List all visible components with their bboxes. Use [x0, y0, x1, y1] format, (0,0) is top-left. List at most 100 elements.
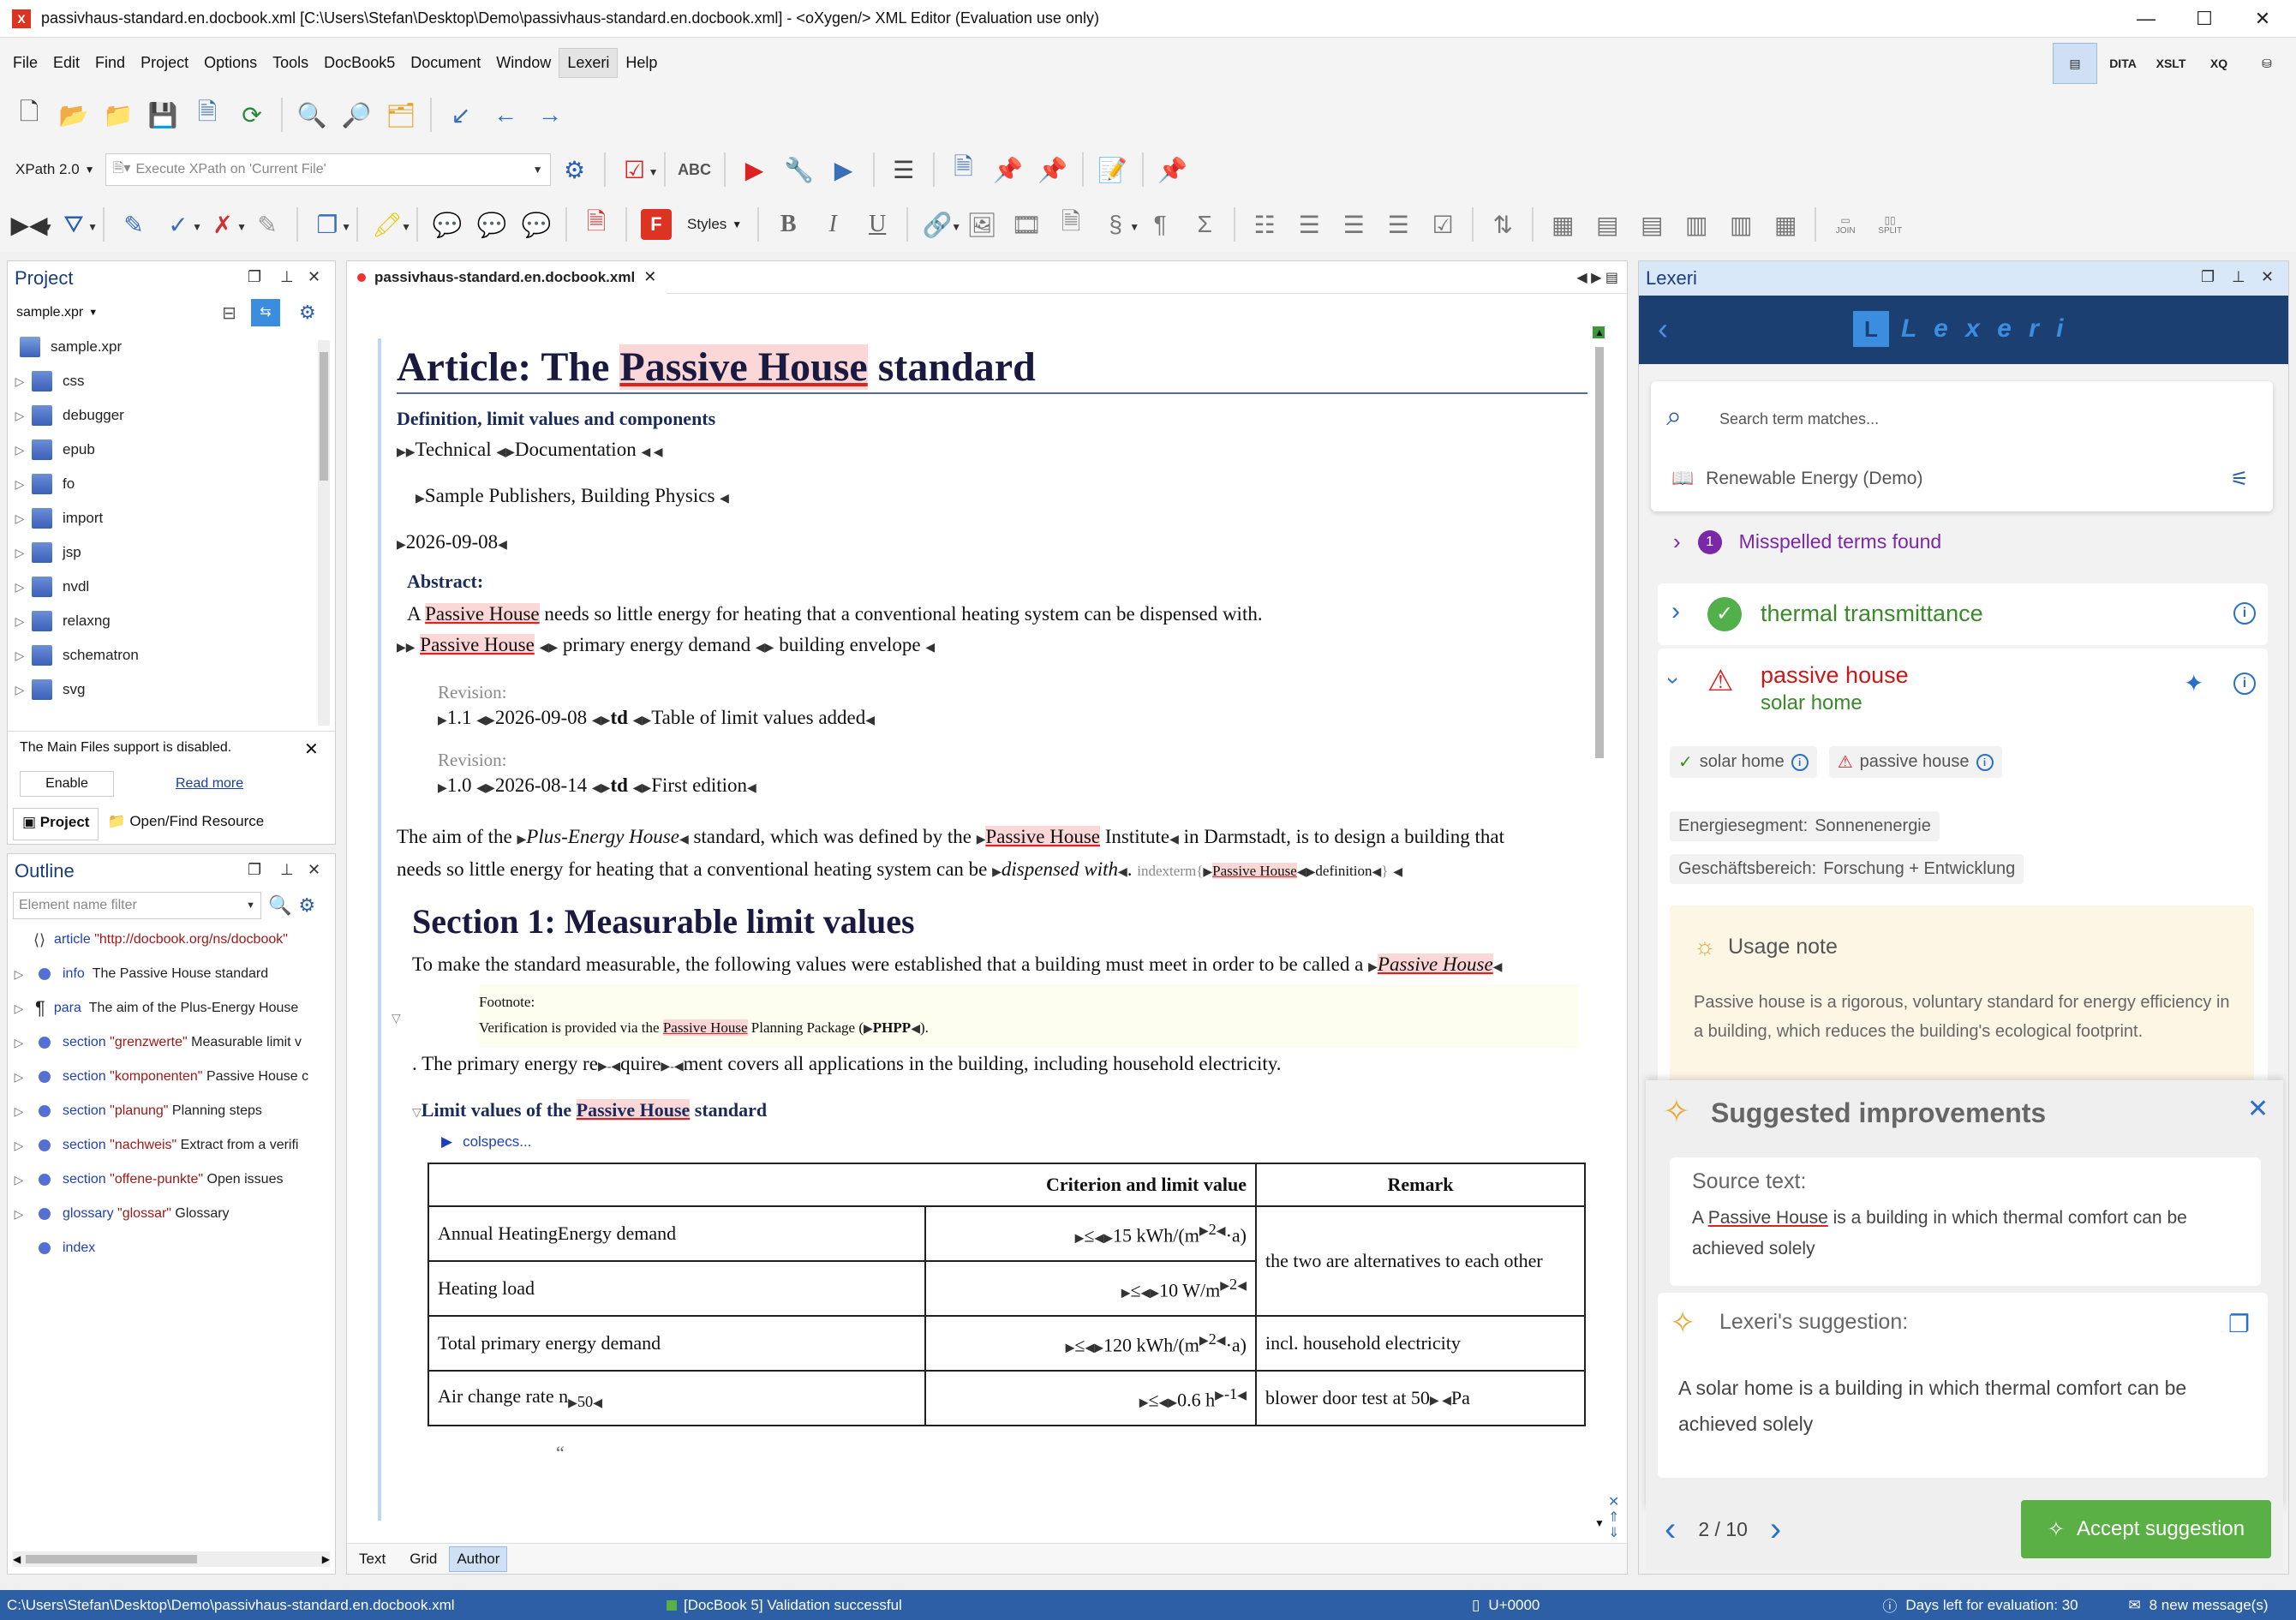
xpath-dropdown-icon[interactable]: ▼ [533, 164, 543, 176]
xpath-version-select[interactable]: XPath 2.0 ▼ [9, 152, 102, 187]
menu-project[interactable]: Project [133, 49, 196, 77]
last-edit-icon[interactable]: ↙ [440, 94, 481, 135]
delete-column-icon[interactable]: ▥ [1720, 204, 1761, 245]
xpath-input[interactable]: 🗎▾ Execute XPath on 'Current File' ▼ [105, 153, 551, 186]
term-row-ok[interactable]: › ✓ thermal transmittance i [1658, 583, 2268, 645]
add-comment-icon[interactable]: 💬 [427, 204, 468, 245]
status-messages[interactable]: 8 new message(s) [2150, 1597, 2269, 1614]
configure-transform-icon[interactable]: 🔧 [779, 149, 820, 190]
editor-scrollbar[interactable]: ▲ ▼ [1593, 326, 1606, 1543]
back-chevron-icon[interactable]: ‹ [1658, 311, 1668, 347]
split-cell-icon[interactable]: ▯▯ SPLIT [1869, 204, 1910, 245]
open-url-icon[interactable]: 📁 [98, 94, 139, 135]
menu-window[interactable]: Window [488, 49, 559, 77]
pin-grey-icon[interactable]: 📌 [1152, 149, 1193, 190]
tab-author-mode[interactable]: Author [449, 1545, 508, 1572]
comment-change-icon[interactable]: ✎ [247, 204, 288, 245]
back-arrow-icon[interactable]: ← [485, 94, 526, 135]
accept-change-icon[interactable]: ✓ ▼ [158, 204, 202, 245]
table-cell[interactable]: incl. household electricity [1255, 1315, 1586, 1372]
xinclude-icon[interactable]: 🗎 [1050, 204, 1091, 245]
equation-sigma-icon[interactable]: Σ [1184, 204, 1225, 245]
table-cell[interactable]: ▶≤◀▶0.6 h▶-1◀ [924, 1370, 1257, 1426]
tree-item[interactable]: ▷ css [8, 364, 335, 398]
find-icon[interactable]: 🔍 [291, 94, 332, 135]
save-icon[interactable]: 💾 [142, 94, 183, 135]
join-cells-icon[interactable]: ▭ JOIN [1825, 204, 1866, 245]
ordered-list-icon[interactable]: ☰ [1289, 204, 1330, 245]
xquery-perspective-button[interactable]: XQ [2197, 43, 2241, 84]
restore-panel-icon[interactable]: ❐ [2201, 268, 2215, 286]
tree-item[interactable]: ▷ svg [8, 673, 335, 707]
info-icon[interactable]: i [2233, 673, 2256, 695]
element-name-filter-input[interactable]: Element name filter ▼ [13, 892, 261, 919]
tree-item[interactable]: ▷ jsp [8, 535, 335, 570]
table-cell[interactable]: the two are alternatives to each other [1255, 1205, 1586, 1317]
filter-sliders-icon[interactable]: ⚟ [2230, 467, 2249, 492]
xslt-perspective-button[interactable]: XSLT [2149, 43, 2193, 84]
copy-icon[interactable]: ❐ [2228, 1310, 2250, 1338]
open-folder-icon[interactable]: 📂 [53, 94, 94, 135]
checklist-icon[interactable]: ☑ [1422, 204, 1463, 245]
dismiss-notice-icon[interactable]: ✕ [304, 738, 319, 760]
menu-tools[interactable]: Tools [265, 49, 316, 77]
maximize-button[interactable]: ☐ [2174, 0, 2234, 38]
outline-row[interactable]: ▷ ¶ para The aim of the Plus-Energy House [8, 991, 335, 1025]
database-perspective-icon[interactable]: ⛁ [2245, 43, 2289, 84]
reject-change-icon[interactable]: ✗ ▼ [202, 204, 247, 245]
menu-docbook5[interactable]: DocBook5 [316, 49, 403, 77]
chevron-down-icon[interactable]: › [1660, 677, 1687, 684]
sort-icon[interactable]: ⇅ [1482, 204, 1523, 245]
pin-panel-icon[interactable]: ⊥ [280, 861, 294, 879]
tree-item[interactable]: ▷ import [8, 501, 335, 535]
outline-row[interactable]: index [8, 1231, 335, 1265]
tree-item[interactable]: ▷ relaxng [8, 604, 335, 638]
delete-row-icon[interactable]: ▤ [1631, 204, 1672, 245]
tab-text-mode[interactable]: Text [347, 1547, 398, 1571]
manage-changes-icon[interactable]: ❐ ▼ [307, 204, 351, 245]
read-more-link[interactable]: Read more [176, 776, 243, 792]
restore-panel-icon[interactable]: ❐ [248, 268, 261, 286]
tab-grid-mode[interactable]: Grid [398, 1547, 449, 1571]
table-cell[interactable]: Air change rate n▶50◀ [428, 1370, 926, 1426]
status-validation[interactable]: [DocBook 5] Validation successful [684, 1597, 1472, 1614]
track-changes-icon[interactable]: ✎ [113, 204, 154, 245]
sparkle-icon[interactable]: ✦ [2184, 669, 2203, 697]
media-icon[interactable]: 🎞 [1006, 204, 1047, 245]
pin-red-icon[interactable]: 📌 [988, 149, 1029, 190]
format-indent-icon[interactable]: ☰ [883, 149, 924, 190]
menu-options[interactable]: Options [196, 49, 265, 77]
dita-perspective-button[interactable]: DITA [2101, 43, 2145, 84]
forward-arrow-icon[interactable]: → [529, 94, 571, 135]
variable-list-icon[interactable]: ☰ [1378, 204, 1419, 245]
link-icon[interactable]: 🔗 ▼ [917, 204, 961, 245]
table-cell[interactable]: Annual HeatingEnergy demand [428, 1205, 926, 1262]
tab-navigation-icons[interactable]: ◀ ▶ ▤ [1576, 269, 1618, 286]
pin-green-icon[interactable]: 📌 [1032, 149, 1073, 190]
bold-icon[interactable]: B [768, 204, 809, 245]
pin-panel-icon[interactable]: ⊥ [280, 268, 294, 286]
insert-row-icon[interactable]: ▤ [1587, 204, 1628, 245]
editor-tab[interactable]: passivhaus-standard.en.docbook.xml ✕ [347, 260, 667, 294]
tab-open-find-resource[interactable]: 📁 Open/Find Resource [99, 808, 272, 840]
menu-lexeri[interactable]: Lexeri [559, 47, 619, 78]
outline-row[interactable]: ⟨⟩ article "http://docbook.org/ns/docbook… [8, 923, 335, 957]
project-scrollbar[interactable] [318, 340, 330, 726]
glossary-select[interactable]: 📖 Renewable Energy (Demo) ⚟ [1666, 460, 2249, 498]
reload-icon[interactable]: ⟳ [231, 94, 272, 135]
close-tab-icon[interactable]: ✕ [643, 268, 656, 286]
table-cell[interactable]: Heating load [428, 1260, 926, 1317]
outline-row[interactable]: ▷ glossary "glossar" Glossary [8, 1197, 335, 1231]
collapse-section-icon[interactable]: ▽ [392, 1012, 401, 1026]
outline-row[interactable]: ▷ info The Passive House standard [8, 957, 335, 991]
insert-table-icon[interactable]: ▦ [1542, 204, 1583, 245]
close-window-button[interactable]: ✕ [2233, 0, 2293, 38]
refresh-references-icon[interactable]: 🗎 [943, 149, 984, 190]
outline-row[interactable]: ▷ section "nachweis" Extract from a verif… [8, 1128, 335, 1163]
find-in-files-icon[interactable]: 🔎 [336, 94, 377, 135]
table-cell[interactable]: ▶≤◀▶120 kWh/(m▶2◀·a) [924, 1315, 1257, 1372]
image-icon[interactable]: 🖼 [961, 204, 1002, 245]
collapse-all-icon[interactable]: ⊟ [222, 302, 236, 324]
menu-document[interactable]: Document [403, 49, 488, 77]
close-panel-icon[interactable]: ✕ [2261, 268, 2274, 286]
